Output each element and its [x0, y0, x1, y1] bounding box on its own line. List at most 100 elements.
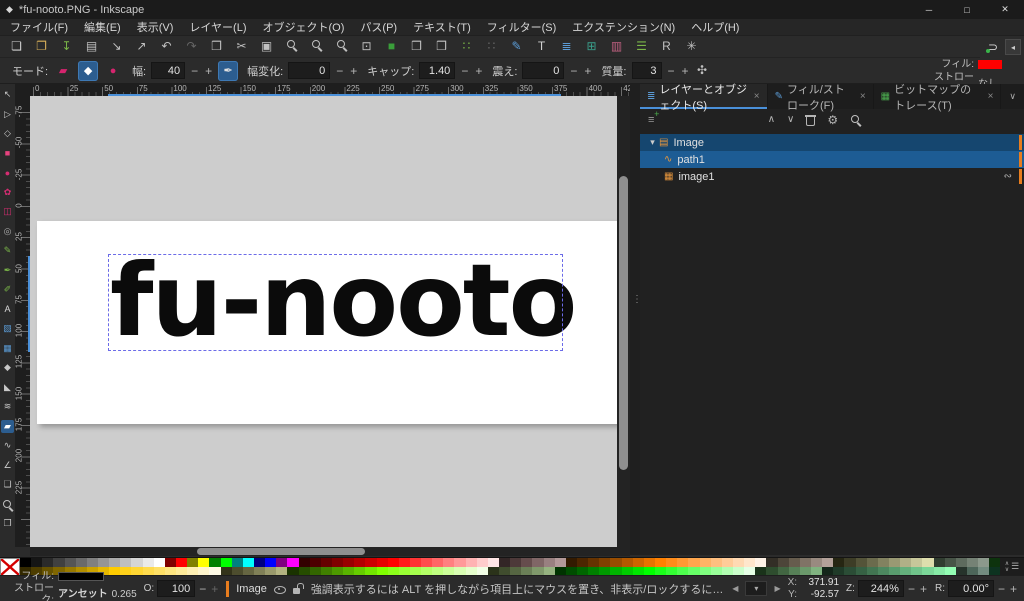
layer-row-Image[interactable]: ▾▤Image — [640, 134, 1024, 151]
palette-swatch[interactable] — [176, 558, 187, 567]
tool-option-pressure-button[interactable]: ✒ — [218, 61, 238, 81]
tool-option-width-field[interactable]: 40 — [151, 62, 185, 79]
stroke-value[interactable]: アンセット — [58, 589, 108, 601]
palette-swatch[interactable] — [488, 567, 499, 576]
measure-tool[interactable]: ∠ — [1, 459, 14, 472]
gradient-tool[interactable]: ▧ — [1, 322, 14, 335]
layer-lock-icon[interactable] — [293, 583, 304, 595]
select-all-icon[interactable]: ∷ — [459, 39, 474, 54]
enter-group-icon[interactable]: ❒ — [434, 39, 449, 54]
shape-builder-tool[interactable]: ◇ — [1, 127, 14, 140]
connector-tool[interactable]: ∿ — [1, 439, 14, 452]
new-document-icon[interactable]: ❏ — [9, 39, 24, 54]
palette-swatch[interactable] — [187, 567, 198, 576]
palette-swatch[interactable] — [633, 567, 644, 576]
menu-item-filters[interactable]: フィルター(S) — [479, 19, 564, 35]
width-increase-button[interactable]: + — [204, 64, 213, 78]
palette-swatch[interactable] — [744, 567, 755, 576]
palette-swatch[interactable] — [911, 558, 922, 567]
palette-swatch[interactable] — [143, 567, 154, 576]
palette-swatch[interactable] — [889, 567, 900, 576]
palette-swatch[interactable] — [510, 567, 521, 576]
menu-item-path[interactable]: パス(P) — [352, 19, 405, 35]
palette-swatch[interactable] — [321, 558, 332, 567]
move-down-icon[interactable]: ∨ — [787, 114, 794, 125]
palette-swatch[interactable] — [789, 558, 800, 567]
menu-item-file[interactable]: ファイル(F) — [2, 19, 76, 35]
menu-item-text[interactable]: テキスト(T) — [405, 19, 479, 35]
palette-swatch[interactable] — [176, 567, 187, 576]
canvas[interactable]: fu-nooto — [30, 96, 617, 547]
palette-swatch[interactable] — [488, 558, 499, 567]
palette-swatch[interactable] — [622, 567, 633, 576]
palette-swatch[interactable] — [911, 567, 922, 576]
tool-option-break-apart-button[interactable]: ✣ — [695, 63, 710, 78]
palette-swatch[interactable] — [666, 558, 677, 567]
palette-swatch[interactable] — [867, 558, 878, 567]
menu-item-edit[interactable]: 編集(E) — [76, 19, 129, 35]
palette-swatch[interactable] — [588, 558, 599, 567]
add-layer-button[interactable]: ≡+ — [648, 114, 654, 126]
box-3d-tool[interactable]: ◫ — [1, 205, 14, 218]
palette-swatch[interactable] — [343, 567, 354, 576]
close-button[interactable]: ✕ — [986, 0, 1024, 19]
current-layer-label[interactable]: Image — [236, 583, 267, 595]
palette-swatch[interactable] — [377, 558, 388, 567]
open-document-icon[interactable]: ❐ — [34, 39, 49, 54]
ungroup-icon[interactable]: ❒ — [409, 39, 424, 54]
document-properties-icon[interactable]: ▥ — [609, 39, 624, 54]
palette-swatch[interactable] — [532, 558, 543, 567]
palette-swatch[interactable] — [856, 558, 867, 567]
paste-icon[interactable]: ▣ — [259, 39, 274, 54]
prev-arrow-icon[interactable]: ◀ — [732, 584, 738, 593]
rotation-increase-button[interactable]: + — [1009, 582, 1018, 596]
xml-editor-icon[interactable]: ⊞ — [584, 39, 599, 54]
palette-swatch[interactable] — [610, 558, 621, 567]
palette-swatch[interactable] — [967, 558, 978, 567]
palette-swatch[interactable] — [499, 558, 510, 567]
tool-option-caps-field[interactable]: 1.40 — [419, 62, 455, 79]
palette-swatch[interactable] — [956, 558, 967, 567]
palette-swatch[interactable] — [566, 567, 577, 576]
palette-swatch[interactable] — [276, 558, 287, 567]
palette-swatch[interactable] — [733, 567, 744, 576]
palette-swatch[interactable] — [844, 558, 855, 567]
tool-option-eraser-mode-clip-button[interactable]: ● — [103, 61, 123, 81]
search-icon[interactable] — [850, 114, 861, 125]
mesh-gradient-tool[interactable]: ▦ — [1, 342, 14, 355]
palette-swatch[interactable] — [198, 558, 209, 567]
zoom-increase-button[interactable]: + — [919, 582, 928, 596]
palette-swatch[interactable] — [934, 558, 945, 567]
palette-swatch[interactable] — [421, 567, 432, 576]
palette-swatch[interactable] — [989, 567, 1000, 576]
zoom-field[interactable]: 244% — [858, 580, 904, 597]
palette-swatch[interactable] — [20, 558, 31, 567]
tool-option-eraser-mode-cut-button[interactable]: ◆ — [78, 61, 98, 81]
palette-swatch[interactable] — [555, 558, 566, 567]
palette-swatch[interactable] — [811, 567, 822, 576]
menu-item-help[interactable]: ヘルプ(H) — [683, 19, 747, 35]
palette-swatch[interactable] — [711, 567, 722, 576]
palette-swatch[interactable] — [209, 567, 220, 576]
palette-swatch[interactable] — [978, 558, 989, 567]
palette-swatch[interactable] — [87, 558, 98, 567]
palette-swatch[interactable] — [800, 567, 811, 576]
palette-swatch[interactable] — [332, 567, 343, 576]
palette-swatch[interactable] — [243, 558, 254, 567]
palette-swatch[interactable] — [399, 558, 410, 567]
palette-swatch[interactable] — [633, 558, 644, 567]
palette-swatch[interactable] — [310, 558, 321, 567]
palette-swatch[interactable] — [109, 558, 120, 567]
tool-option-tremor-field[interactable]: 0 — [522, 62, 564, 79]
settings-gear-icon[interactable]: ⚙ — [827, 113, 838, 127]
palette-swatch[interactable] — [332, 558, 343, 567]
opacity-field[interactable]: 100 — [157, 580, 195, 597]
palette-swatch[interactable] — [131, 558, 142, 567]
horizontal-scrollbar[interactable] — [30, 547, 617, 556]
palette-swatch[interactable] — [700, 567, 711, 576]
align-dialog-icon[interactable]: ☰ — [634, 39, 649, 54]
palette-swatch[interactable] — [744, 558, 755, 567]
vertical-scrollbar[interactable] — [617, 96, 630, 547]
palette-swatch[interactable] — [956, 567, 967, 576]
close-tab-icon[interactable]: × — [860, 91, 866, 102]
